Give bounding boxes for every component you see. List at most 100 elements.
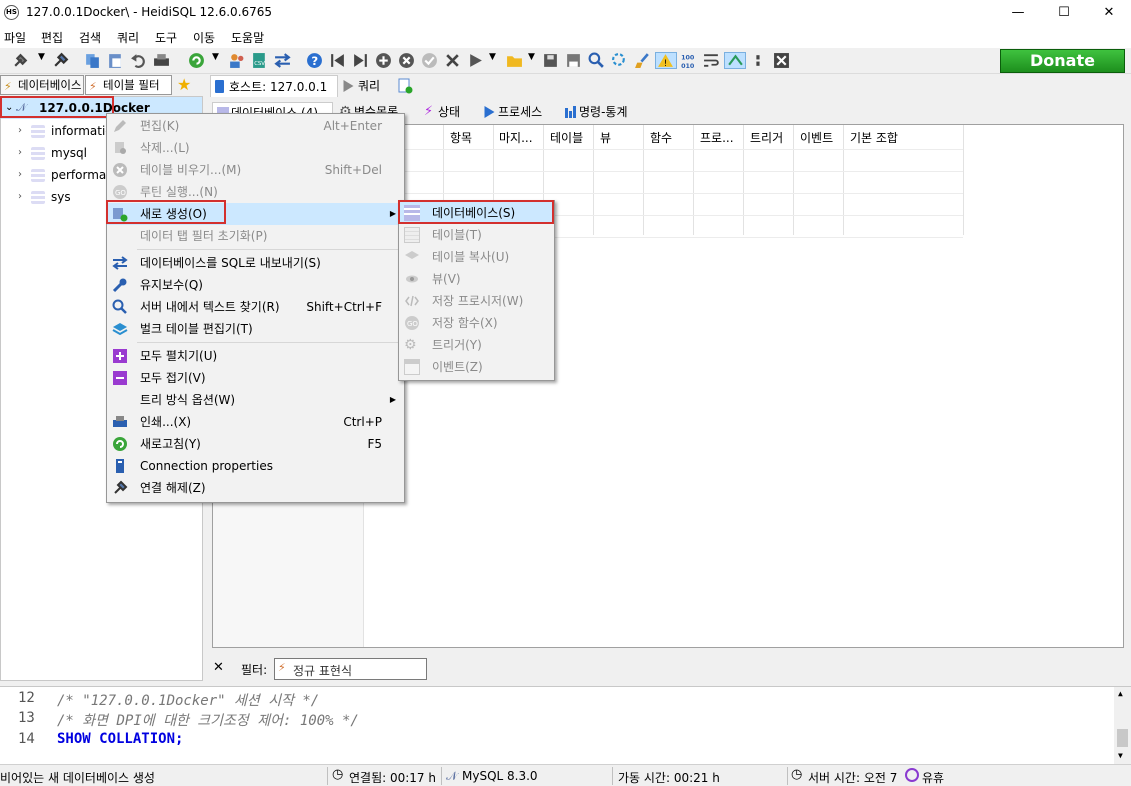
menu-item-edit[interactable]: 편집(K) Alt+Enter: [107, 115, 404, 137]
cancel-record-icon[interactable]: [444, 52, 461, 69]
user-manager-icon[interactable]: [228, 52, 245, 69]
menu-navigate[interactable]: 이동: [193, 29, 215, 46]
donate-button[interactable]: Donate: [1000, 49, 1125, 73]
new-query-tab-icon[interactable]: [398, 78, 413, 94]
scroll-up-icon[interactable]: ▲: [1118, 689, 1123, 698]
column-header[interactable]: 뷰: [600, 129, 611, 146]
line-number: 13: [18, 710, 35, 726]
favorite-star-icon[interactable]: ★: [177, 75, 191, 94]
tab-host[interactable]: 호스트: 127.0.0.1: [210, 75, 338, 97]
sql-log-panel[interactable]: 12 /* "127.0.0.1Docker" 세션 시작 */ 13 /* 화…: [0, 686, 1131, 764]
close-filter-icon[interactable]: ✕: [213, 660, 224, 675]
menu-item-empty-table[interactable]: 테이블 비우기...(M) Shift+Del: [107, 159, 404, 181]
menu-item-maintenance[interactable]: 유지보수(Q): [107, 274, 404, 296]
database-icon: [31, 169, 45, 182]
menu-help[interactable]: 도움말: [231, 29, 264, 46]
close-button[interactable]: ✕: [1086, 0, 1131, 26]
run-query-icon[interactable]: [467, 52, 484, 69]
find-icon[interactable]: [588, 52, 605, 69]
transfer-icon[interactable]: [274, 52, 291, 69]
clear-brush-icon[interactable]: [634, 52, 651, 69]
delete-record-icon[interactable]: [398, 52, 415, 69]
menu-item-export-sql[interactable]: 데이터베이스를 SQL로 내보내기(S): [107, 252, 404, 274]
save-snippet-icon[interactable]: [565, 52, 582, 69]
menu-item-tree-options[interactable]: 트리 방식 옵션(W) ▶: [107, 389, 404, 411]
submenu-item-copy-table[interactable]: 테이블 복사(U): [399, 246, 554, 268]
menu-edit[interactable]: 편집: [41, 29, 63, 46]
menu-item-label: 인쇄...(X): [140, 415, 192, 429]
submenu-item-view[interactable]: 뷰(V): [399, 268, 554, 290]
disconnect-plug-icon[interactable]: [52, 52, 69, 69]
expand-arrow-icon[interactable]: ›: [18, 120, 22, 142]
replace-icon[interactable]: [611, 52, 628, 69]
menu-item-find-text[interactable]: 서버 내에서 텍스트 찾기(R) Shift+Ctrl+F: [107, 296, 404, 318]
bar-chart-icon: [565, 106, 576, 118]
minimize-button[interactable]: —: [995, 0, 1041, 26]
undo-icon[interactable]: [130, 52, 147, 69]
column-header[interactable]: 함수: [650, 129, 672, 146]
import-csv-icon[interactable]: CSV: [251, 52, 268, 69]
subtab-status[interactable]: ⚡ 상태: [420, 102, 475, 122]
expand-arrow-icon[interactable]: ›: [18, 142, 22, 164]
column-header[interactable]: 트리거: [750, 129, 783, 146]
expand-arrow-icon[interactable]: ›: [18, 186, 22, 208]
last-record-icon[interactable]: [352, 52, 369, 69]
wrap-lines-icon[interactable]: [703, 52, 720, 69]
tab-table-filter[interactable]: ⚡ 테이블 필터: [85, 75, 172, 95]
menu-query[interactable]: 쿼리: [117, 29, 139, 46]
column-header[interactable]: 테이블: [550, 129, 583, 146]
first-record-icon[interactable]: [329, 52, 346, 69]
menu-search[interactable]: 검색: [79, 29, 101, 46]
column-header[interactable]: 프로...: [700, 129, 734, 146]
binary-mode-icon[interactable]: 100010: [680, 52, 697, 69]
run-dropdown-icon[interactable]: ▼: [489, 52, 506, 69]
refresh-dropdown-icon[interactable]: ▼: [212, 52, 229, 69]
submenu-item-procedure[interactable]: 저장 프로시저(W): [399, 290, 554, 312]
paste-icon[interactable]: [107, 52, 124, 69]
add-record-icon[interactable]: [375, 52, 392, 69]
menu-file[interactable]: 파일: [4, 29, 26, 46]
menu-item-print[interactable]: 인쇄...(X) Ctrl+P: [107, 411, 404, 433]
submenu-item-table[interactable]: 테이블(T): [399, 224, 554, 246]
scroll-down-icon[interactable]: ▼: [1118, 751, 1123, 760]
column-header[interactable]: 기본 조합: [850, 129, 898, 146]
column-header[interactable]: 마지...: [499, 129, 533, 146]
copy-icon[interactable]: [84, 52, 101, 69]
grid-divider: [743, 125, 744, 235]
subtab-command-stats[interactable]: 명령-통계: [561, 102, 646, 122]
server-clock-icon: ◷: [791, 767, 803, 782]
comment-icon[interactable]: [750, 52, 767, 69]
submenu-item-event[interactable]: 이벤트(Z): [399, 356, 554, 378]
submenu-item-label: 뷰(V): [432, 272, 461, 286]
tab-query[interactable]: 쿼리: [340, 75, 395, 97]
save-icon[interactable]: [542, 52, 559, 69]
menu-item-refresh[interactable]: 새로고침(Y) F5: [107, 433, 404, 455]
column-header[interactable]: 이벤트: [800, 129, 833, 146]
menu-item-reset-data-filter[interactable]: 데이터 탭 필터 초기화(P): [107, 225, 404, 247]
print-icon[interactable]: [153, 52, 170, 69]
filter-input[interactable]: ⚡ 정규 표현식: [274, 658, 427, 680]
subtab-processes[interactable]: 프로세스: [480, 102, 556, 122]
menu-item-disconnect[interactable]: 연결 해제(Z): [107, 477, 404, 499]
connect-plug-icon[interactable]: [12, 52, 29, 69]
menu-item-collapse-all[interactable]: 모두 접기(V): [107, 367, 404, 389]
submenu-item-function[interactable]: GO 저장 함수(X): [399, 312, 554, 334]
menu-item-bulk-editor[interactable]: 벌크 테이블 편집기(T): [107, 318, 404, 340]
open-folder-icon[interactable]: [506, 52, 523, 69]
expand-icon: [113, 349, 127, 363]
maximize-button[interactable]: ☐: [1041, 0, 1087, 26]
expand-arrow-icon[interactable]: ›: [18, 164, 22, 186]
sql-log-scrollbar[interactable]: ▲ ▼: [1114, 687, 1131, 764]
post-record-icon[interactable]: [421, 52, 438, 69]
help-icon[interactable]: ?: [306, 52, 323, 69]
scroll-thumb[interactable]: [1117, 729, 1128, 747]
menu-tools[interactable]: 도구: [155, 29, 177, 46]
menu-item-delete[interactable]: 삭제...(L): [107, 137, 404, 159]
menu-item-connection-properties[interactable]: Connection properties: [107, 455, 404, 477]
column-header[interactable]: 항목: [450, 129, 472, 146]
menu-item-expand-all[interactable]: 모두 펼치기(U): [107, 345, 404, 367]
refresh-icon[interactable]: [188, 52, 205, 69]
tab-databases[interactable]: ⚡ 데이터베이스: [0, 75, 84, 95]
close-tab-icon[interactable]: [773, 52, 790, 69]
submenu-item-trigger[interactable]: ⚙ 트리거(Y): [399, 334, 554, 356]
